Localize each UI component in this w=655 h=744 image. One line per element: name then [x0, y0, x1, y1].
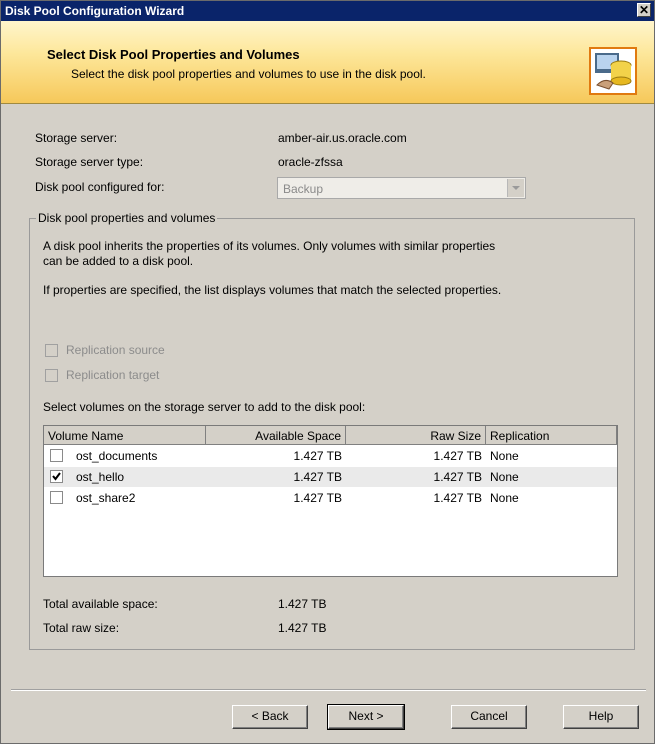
wizard-window: Disk Pool Configuration Wizard ✕ Select … [0, 0, 655, 744]
row-checkbox[interactable] [50, 470, 63, 483]
close-icon[interactable]: ✕ [637, 3, 651, 17]
total-available-value: 1.427 TB [278, 597, 327, 611]
window-title: Disk Pool Configuration Wizard [5, 4, 185, 18]
raw-size: 1.427 TB [433, 491, 482, 505]
storage-server-type-value: oracle-zfssa [278, 155, 343, 169]
replication: None [490, 449, 519, 463]
group-description-3: If properties are specified, the list di… [43, 283, 502, 297]
configured-for-select[interactable]: Backup [277, 177, 526, 199]
configured-for-value: Backup [283, 182, 324, 196]
cancel-button[interactable]: Cancel [451, 705, 527, 729]
available-space: 1.427 TB [293, 449, 342, 463]
total-available-label: Total available space: [43, 597, 158, 611]
table-row[interactable]: ost_documents 1.427 TB 1.427 TB None [44, 446, 617, 466]
title-bar[interactable]: Disk Pool Configuration Wizard ✕ [1, 1, 654, 21]
raw-size: 1.427 TB [433, 449, 482, 463]
column-header-raw-size[interactable]: Raw Size [346, 426, 486, 445]
column-header-volume-name[interactable]: Volume Name [44, 426, 206, 445]
group-legend: Disk pool properties and volumes [36, 211, 218, 225]
replication: None [490, 491, 519, 505]
row-checkbox[interactable] [50, 449, 63, 462]
replication-source-label: Replication source [66, 343, 165, 357]
replication-source-checkbox[interactable] [45, 344, 58, 357]
help-button[interactable]: Help [563, 705, 639, 729]
wizard-header: Select Disk Pool Properties and Volumes … [1, 21, 654, 104]
column-header-replication[interactable]: Replication [486, 426, 617, 445]
volumes-table[interactable]: Volume Name Available Space Raw Size Rep… [43, 425, 618, 577]
table-row[interactable]: ost_hello 1.427 TB 1.427 TB None [44, 467, 617, 487]
column-header-available-space[interactable]: Available Space [206, 426, 346, 445]
table-row[interactable]: ost_share2 1.427 TB 1.427 TB None [44, 488, 617, 508]
raw-size: 1.427 TB [433, 470, 482, 484]
select-volumes-prompt: Select volumes on the storage server to … [43, 400, 366, 414]
group-description-1: A disk pool inherits the properties of i… [43, 239, 496, 253]
disk-pool-icon [589, 47, 637, 95]
storage-server-label: Storage server: [35, 131, 118, 145]
replication-target-checkbox[interactable] [45, 369, 58, 382]
volume-name: ost_documents [76, 449, 158, 463]
available-space: 1.427 TB [293, 470, 342, 484]
total-raw-label: Total raw size: [43, 621, 120, 635]
volume-name: ost_share2 [76, 491, 136, 505]
next-button[interactable]: Next > [327, 704, 405, 730]
configured-for-label: Disk pool configured for: [35, 180, 165, 194]
storage-server-type-label: Storage server type: [35, 155, 144, 169]
chevron-down-icon[interactable] [507, 179, 524, 197]
row-checkbox[interactable] [50, 491, 63, 504]
checkmark-icon [52, 472, 61, 481]
group-description-2: can be added to a disk pool. [43, 254, 194, 268]
footer-divider [11, 689, 646, 691]
page-subtitle: Select the disk pool properties and volu… [71, 67, 426, 81]
back-button[interactable]: < Back [232, 705, 308, 729]
storage-server-value: amber-air.us.oracle.com [278, 131, 407, 145]
table-header: Volume Name Available Space Raw Size Rep… [44, 426, 617, 445]
replication: None [490, 470, 519, 484]
available-space: 1.427 TB [293, 491, 342, 505]
replication-target-label: Replication target [66, 368, 160, 382]
total-raw-value: 1.427 TB [278, 621, 327, 635]
volume-name: ost_hello [76, 470, 125, 484]
page-title: Select Disk Pool Properties and Volumes [47, 47, 300, 62]
